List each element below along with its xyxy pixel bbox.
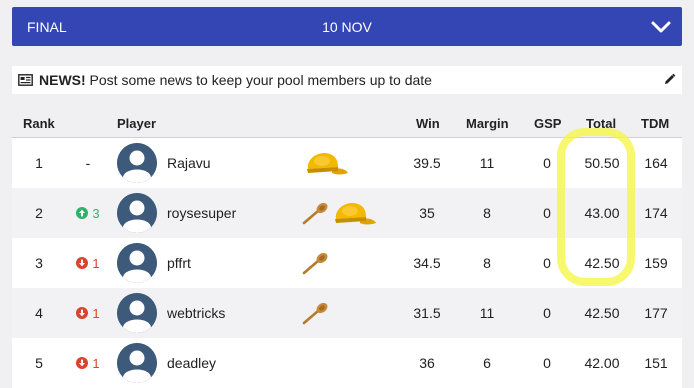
header-player[interactable]: Player	[117, 116, 156, 131]
table-row[interactable]: 1 - Rajavu 39.5 11 0 50.50 164	[12, 138, 682, 188]
margin-cell: 11	[479, 155, 495, 171]
avatar[interactable]	[117, 293, 157, 333]
table-row[interactable]: 3 1 pffrt 34.5 8 0 42.50 159	[12, 238, 682, 288]
table-row[interactable]: 4 1 webtricks 31.5 11 0 42.50 177	[12, 288, 682, 338]
rank-change: 1	[76, 355, 100, 371]
tdm-cell: 164	[644, 155, 668, 171]
tdm-cell: 177	[644, 305, 668, 321]
header-win[interactable]: Win	[416, 116, 440, 131]
awards-cell	[302, 188, 378, 238]
player-name[interactable]: deadley	[167, 338, 216, 388]
round-banner[interactable]: FINAL 10 NOV	[12, 7, 682, 46]
pencil-icon[interactable]	[663, 73, 676, 86]
news-message: Post some news to keep your pool members…	[85, 72, 432, 88]
total-cell: 42.50	[584, 305, 620, 321]
rank-cell: 2	[35, 205, 43, 221]
gsp-cell: 0	[543, 205, 551, 221]
awards-cell	[302, 138, 350, 188]
avatar[interactable]	[117, 193, 157, 233]
player-name[interactable]: webtricks	[167, 288, 225, 338]
arrow-up-circle-icon	[76, 207, 89, 219]
tdm-cell: 174	[644, 205, 668, 221]
gsp-cell: 0	[543, 355, 551, 371]
table-row[interactable]: 5 1 deadley 36 6 0 42.00 151	[12, 338, 682, 388]
winner-cap-icon	[330, 197, 378, 229]
movement-cell: 3	[68, 188, 108, 238]
avatar[interactable]	[117, 343, 157, 383]
rank-change: 1	[76, 305, 100, 321]
total-cell: 43.00	[584, 205, 620, 221]
total-cell: 42.50	[584, 255, 620, 271]
win-cell: 39.5	[413, 155, 441, 171]
margin-cell: 11	[479, 305, 495, 321]
win-cell: 31.5	[413, 305, 441, 321]
winner-cap-icon	[302, 147, 350, 179]
table-row[interactable]: 2 3 roysesuper 35 8 0 43.00 174	[12, 188, 682, 238]
rank-change-value: 3	[92, 205, 100, 221]
header-margin[interactable]: Margin	[466, 116, 509, 131]
player-name[interactable]: roysesuper	[167, 188, 236, 238]
leaderboard-table: Rank Player Win Margin GSP Total TDM 1 - R…	[12, 108, 682, 388]
avatar[interactable]	[117, 143, 157, 183]
movement-cell: 1	[68, 338, 108, 388]
header-tdm[interactable]: TDM	[641, 116, 669, 131]
win-cell: 34.5	[413, 255, 441, 271]
news-text: NEWS! Post some news to keep your pool m…	[39, 72, 432, 88]
tdm-cell: 151	[644, 355, 668, 371]
player-name[interactable]: pffrt	[167, 238, 191, 288]
rank-change-value: 1	[92, 305, 100, 321]
movement-cell: 1	[68, 238, 108, 288]
win-cell: 36	[419, 355, 435, 371]
rank-cell: 3	[35, 255, 43, 271]
gsp-cell: 0	[543, 255, 551, 271]
rank-change: 3	[76, 205, 100, 221]
margin-cell: 8	[483, 205, 491, 221]
wooden-spoon-icon	[302, 201, 330, 225]
table-header: Rank Player Win Margin GSP Total TDM	[12, 108, 682, 138]
arrow-down-circle-icon	[76, 307, 89, 319]
wooden-spoon-icon	[302, 251, 330, 275]
movement-cell: -	[68, 138, 108, 188]
rank-change-value: 1	[92, 255, 100, 271]
news-bar: NEWS! Post some news to keep your pool m…	[12, 66, 682, 94]
tdm-cell: 159	[644, 255, 668, 271]
arrow-down-circle-icon	[76, 257, 89, 269]
chevron-down-icon[interactable]	[650, 18, 672, 36]
gsp-cell: 0	[543, 305, 551, 321]
avatar[interactable]	[117, 243, 157, 283]
arrow-down-circle-icon	[76, 357, 89, 369]
news-label: NEWS!	[39, 72, 86, 88]
header-total[interactable]: Total	[586, 116, 616, 131]
gsp-cell: 0	[543, 155, 551, 171]
header-gsp[interactable]: GSP	[534, 116, 561, 131]
round-date: 10 NOV	[322, 19, 372, 35]
margin-cell: 8	[483, 255, 491, 271]
rank-cell: 4	[35, 305, 43, 321]
total-cell: 42.00	[584, 355, 620, 371]
rank-change: 1	[76, 255, 100, 271]
margin-cell: 6	[483, 355, 491, 371]
player-name[interactable]: Rajavu	[167, 138, 211, 188]
newspaper-icon	[18, 74, 33, 86]
wooden-spoon-icon	[302, 301, 330, 325]
awards-cell	[302, 288, 330, 338]
header-rank[interactable]: Rank	[23, 116, 55, 131]
rank-change: -	[85, 155, 91, 171]
total-cell: 50.50	[584, 155, 620, 171]
rank-cell: 5	[35, 355, 43, 371]
movement-cell: 1	[68, 288, 108, 338]
rank-change-value: 1	[92, 355, 100, 371]
awards-cell	[302, 238, 330, 288]
rank-cell: 1	[35, 155, 43, 171]
win-cell: 35	[419, 205, 435, 221]
